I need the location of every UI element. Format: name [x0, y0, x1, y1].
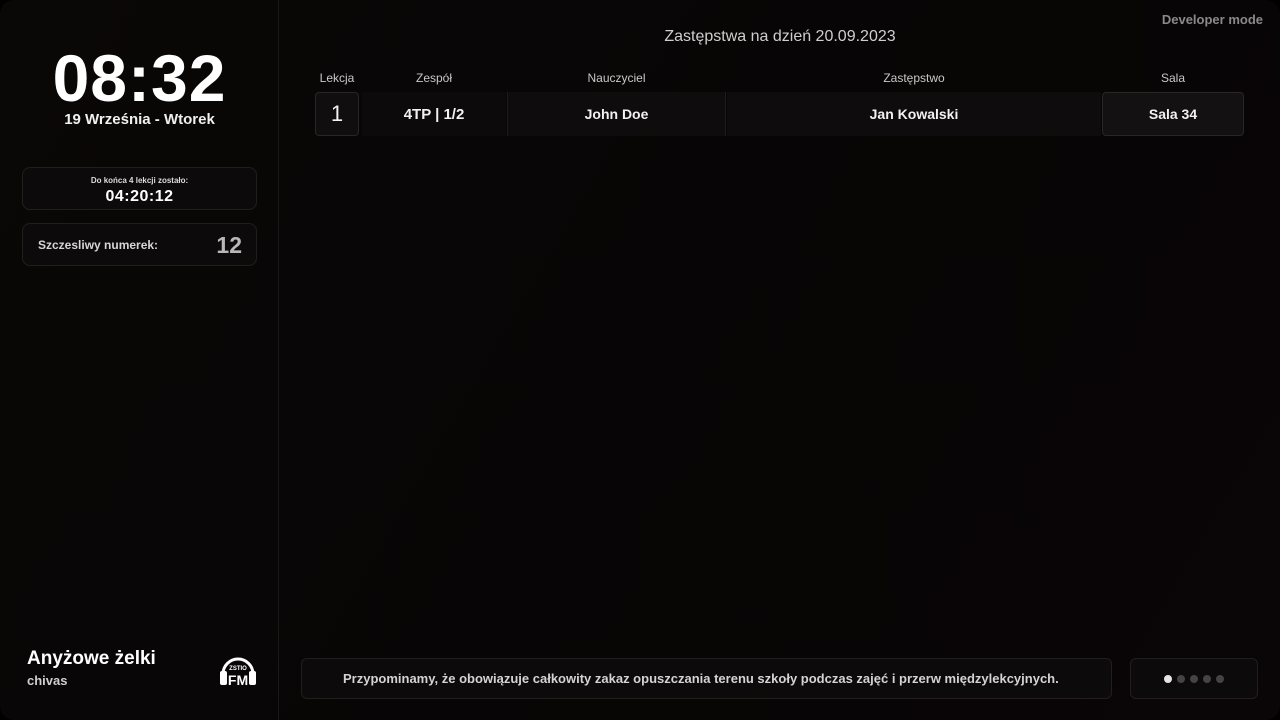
app-frame: 08:32 19 Września - Wtorek Do końca 4 le…	[0, 0, 1280, 720]
clock: 08:32	[52, 41, 227, 115]
lucky-number-card: Szczesliwy numerek: 12	[22, 223, 257, 266]
radio-logo-main-text: FM	[228, 672, 248, 688]
team-cell: 4TP | 1/2	[362, 92, 506, 136]
pager-dot[interactable]	[1216, 674, 1224, 683]
countdown-label: Do końca 4 lekcji zostało:	[90, 176, 189, 185]
sidebar: 08:32 19 Września - Wtorek Do końca 4 le…	[0, 0, 279, 720]
teacher-cell: John Doe	[507, 92, 726, 136]
lesson-number-cell: 1	[315, 92, 359, 136]
radio-song-title: Anyżowe żelki	[27, 648, 156, 669]
column-header-room: Sala	[1160, 71, 1186, 85]
lesson-countdown-card: Do końca 4 lekcji zostało: 04:20:12	[22, 167, 257, 210]
substitute-cell: Jan Kowalski	[727, 92, 1101, 136]
developer-mode-link[interactable]: Developer mode	[1162, 12, 1263, 27]
room-cell: Sala 34	[1102, 92, 1244, 136]
column-header-team: Zespół	[415, 71, 453, 85]
current-date: 19 Września - Wtorek	[64, 111, 215, 128]
table-row: 1 4TP | 1/2 John Doe Jan Kowalski Sala 3…	[315, 92, 1244, 136]
lucky-number-label: Szczesliwy numerek:	[38, 238, 159, 252]
column-header-teacher: Nauczyciel	[587, 71, 646, 85]
pager-dot[interactable]	[1203, 674, 1211, 683]
column-header-lesson: Lekcja	[319, 71, 355, 85]
column-header-substitute: Zastępstwo	[883, 71, 945, 85]
main-panel: Developer mode Zastępstwa na dzień 20.09…	[280, 0, 1280, 720]
zstio-fm-headphones-icon: ZSTIO FM	[218, 652, 258, 688]
notice-banner: Przypominamy, że obowiązuje całkowity za…	[301, 658, 1112, 699]
pager-dot[interactable]	[1190, 674, 1198, 683]
lucky-number-value: 12	[216, 232, 242, 258]
page-title: Zastępstwa na dzień 20.09.2023	[664, 28, 896, 45]
pager-dot[interactable]	[1164, 674, 1172, 683]
pager-dot[interactable]	[1177, 674, 1185, 683]
slide-pager	[1130, 658, 1258, 699]
notice-text: Przypominamy, że obowiązuje całkowity za…	[343, 671, 1059, 686]
radio-song-artist: chivas	[27, 673, 68, 688]
countdown-value: 04:20:12	[105, 188, 174, 205]
